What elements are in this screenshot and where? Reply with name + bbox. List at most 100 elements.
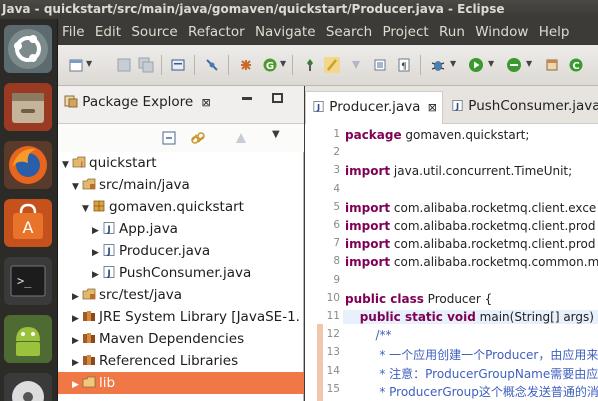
collapse-all-icon[interactable] (162, 131, 176, 145)
debug-icon[interactable] (430, 57, 446, 73)
expand-toggle-icon[interactable]: ▶ (72, 330, 82, 352)
new-class-icon[interactable]: C (568, 57, 584, 73)
shopping-bag-icon: A (13, 203, 43, 239)
annotation-icon[interactable] (324, 57, 340, 73)
code-text: gomaven.quickstart; (401, 128, 530, 142)
android-studio-launcher[interactable] (4, 315, 52, 363)
menu-source[interactable]: Source (128, 19, 180, 45)
paragraph-icon[interactable]: ¶ (396, 57, 412, 73)
library-icon (83, 355, 95, 365)
menu-help[interactable]: Help (536, 19, 573, 45)
view-menu-chevron-down-icon[interactable]: ▼ (272, 129, 280, 140)
outline-icon[interactable] (372, 57, 388, 73)
expand-toggle-icon[interactable]: ▶ (92, 220, 102, 242)
menu-project[interactable]: Project (380, 19, 432, 45)
java-file-icon: J (103, 244, 115, 256)
close-icon[interactable]: ⊠ (428, 101, 437, 114)
build-icon[interactable] (238, 57, 254, 73)
tree-item-maven-dependencies[interactable]: ▶ Maven Dependencies (72, 328, 244, 350)
skip-breakpoints-icon[interactable] (204, 57, 220, 73)
package-explorer-tab-label: Package Explore (82, 94, 194, 110)
package-explorer-tab[interactable]: Package Explore ⊠ (64, 94, 211, 116)
tree-item-jre-system-library[interactable]: ▶ JRE System Library [JavaSE-1. (72, 306, 300, 328)
code-text: Producer { (423, 291, 493, 306)
code-keyword: import (345, 237, 391, 252)
expand-toggle-icon[interactable]: ▼ (72, 176, 82, 198)
software-center-launcher[interactable]: A (4, 199, 52, 247)
source-folder-icon (82, 178, 96, 190)
save-icon[interactable] (116, 57, 132, 73)
toolbar-separator (292, 55, 293, 75)
tree-item-src-main-java[interactable]: ▼ src/main/java (72, 174, 190, 196)
run-dropdown-arrow[interactable]: ▼ (280, 59, 286, 68)
library-icon (83, 311, 95, 321)
package-explorer-toolbar: ▼ (58, 124, 304, 152)
console-icon[interactable] (170, 57, 186, 73)
new-file-icon[interactable] (68, 57, 84, 73)
menu-file[interactable]: File (58, 19, 88, 45)
pin-icon[interactable] (348, 57, 364, 73)
package-icon (93, 200, 105, 212)
svg-text:A: A (23, 218, 34, 237)
editor-tab-producer[interactable]: J Producer.java ⊠ (305, 91, 443, 124)
java-file-icon: J (103, 222, 115, 234)
code-text: main(String[] args) th (475, 310, 598, 324)
expand-toggle-icon[interactable]: ▶ (92, 264, 102, 286)
media-launcher[interactable] (4, 373, 52, 401)
dash-button[interactable] (4, 25, 52, 73)
run-as-dropdown-arrow[interactable]: ▼ (488, 59, 494, 68)
tree-item-producer-java[interactable]: ▶ J Producer.java (92, 240, 210, 262)
firefox-launcher[interactable] (4, 141, 52, 189)
expand-toggle-icon[interactable]: ▶ (92, 242, 102, 264)
menu-search[interactable]: Search (323, 19, 375, 45)
menu-edit[interactable]: Edit (92, 19, 124, 45)
svg-text:J: J (106, 247, 110, 256)
tree-item-label: JRE System Library [JavaSE-1. (99, 309, 300, 325)
expand-toggle-icon[interactable]: ▶ (72, 374, 82, 396)
code-line: public class Producer { (345, 292, 492, 306)
editor-tab-pushconsumer[interactable]: J PushConsumer.java (445, 91, 598, 124)
tree-item-src-test-java[interactable]: ▶ src/test/java (72, 284, 182, 306)
external-tools-dropdown-arrow[interactable]: ▼ (526, 59, 532, 68)
minimize-view-icon[interactable] (242, 97, 252, 100)
toolbar-separator (228, 55, 229, 75)
external-tools-icon[interactable] (506, 57, 522, 73)
tree-item-label: src/main/java (99, 177, 190, 193)
run-java-icon[interactable]: G (262, 57, 278, 73)
focus-icon[interactable] (234, 131, 248, 145)
tree-item-gomaven-quickstart[interactable]: ▼ gomaven.quickstart (82, 196, 244, 218)
menu-refactor[interactable]: Refactor (185, 19, 248, 45)
android-icon (16, 327, 40, 356)
java-project-icon: J (72, 156, 86, 168)
code-text-area[interactable]: package gomaven.quickstart; import java.u… (305, 124, 598, 401)
tree-item-quickstart[interactable]: ▼ Jquickstart (62, 152, 157, 174)
editor-tab-label: Producer.java (329, 99, 421, 115)
terminal-launcher[interactable]: >_ (4, 257, 52, 305)
svg-text:¶: ¶ (401, 62, 407, 72)
menu-run[interactable]: Run (436, 19, 468, 45)
files-launcher[interactable] (4, 83, 52, 131)
expand-toggle-icon[interactable]: ▶ (72, 308, 82, 330)
menu-navigate[interactable]: Navigate (252, 19, 319, 45)
close-icon[interactable]: ⊠ (202, 96, 211, 109)
tree-item-pushconsumer-java[interactable]: ▶ J PushConsumer.java (92, 262, 251, 284)
tree-item-app-java[interactable]: ▶ J App.java (92, 218, 178, 240)
tree-item-lib[interactable]: ▶ lib (58, 372, 304, 394)
code-line: import com.alibaba.rocketmq.client.exce (345, 201, 596, 215)
open-task-icon[interactable] (302, 57, 318, 73)
maximize-view-icon[interactable] (272, 93, 283, 103)
link-with-editor-icon[interactable] (190, 131, 206, 145)
expand-toggle-icon[interactable]: ▼ (62, 154, 72, 176)
firefox-icon (9, 146, 47, 184)
expand-toggle-icon[interactable]: ▼ (82, 198, 92, 220)
tree-item-referenced-libraries[interactable]: ▶ Referenced Libraries (72, 350, 238, 372)
expand-toggle-icon[interactable]: ▶ (72, 352, 82, 374)
code-comment: * ProducerGroup这个概念发送普通的消 (345, 384, 598, 399)
debug-dropdown-arrow[interactable]: ▼ (450, 59, 456, 68)
expand-toggle-icon[interactable]: ▶ (72, 286, 82, 308)
save-all-icon[interactable] (138, 57, 154, 73)
menu-window[interactable]: Window (472, 19, 531, 45)
new-dropdown-arrow[interactable]: ▼ (86, 59, 92, 68)
run-icon[interactable] (468, 57, 484, 73)
new-java-project-icon[interactable] (544, 57, 560, 73)
